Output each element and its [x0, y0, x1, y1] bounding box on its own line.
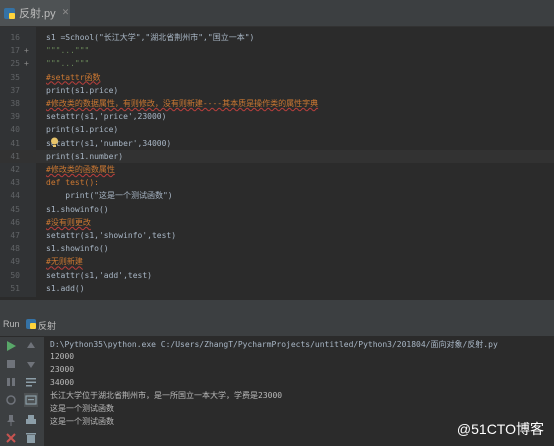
line-number: 25 — [10, 59, 20, 69]
code-line[interactable]: 16 s1 =School("长江大学","湖北省荆州市","国立一本") — [0, 31, 554, 44]
console-line: 这是一个测试函数 — [50, 417, 114, 426]
code-line[interactable]: 45 s1.showinfo() — [0, 203, 554, 216]
code-text: print(s1.price) — [46, 125, 119, 135]
code-line[interactable]: 51 s1.add() — [0, 282, 554, 295]
code-text: """...""" — [46, 46, 90, 56]
console-line: 12000 — [50, 352, 75, 361]
line-number: 45 — [10, 204, 20, 214]
code-text: print(s1.number) — [46, 151, 124, 161]
code-line[interactable]: 40 print(s1.price) — [0, 123, 554, 136]
code-text: s1.add() — [46, 283, 85, 293]
pause-icon[interactable] — [4, 375, 18, 389]
rerun-icon[interactable] — [4, 339, 18, 353]
line-number: 47 — [10, 231, 20, 240]
line-number: 41 — [10, 138, 20, 148]
code-line[interactable]: 25 + """...""" — [0, 57, 554, 70]
console-line: 这是一个测试函数 — [50, 404, 114, 413]
code-text: #修改类的数据属性，有则修改，没有则新建----其本质是操作类的属性字典 — [46, 99, 319, 108]
code-line[interactable]: 44 print("这是一个测试函数") — [0, 189, 554, 202]
code-text: print("这是一个测试函数") — [46, 191, 173, 201]
pin-tab-icon[interactable] — [4, 413, 18, 427]
line-number: 17 — [10, 46, 20, 56]
code-line[interactable]: 47 setattr(s1,'showinfo',test) — [0, 229, 554, 242]
line-number: 51 — [10, 283, 20, 293]
line-number: 38 — [10, 99, 20, 108]
code-line[interactable]: 50 setattr(s1,'add',test) — [0, 269, 554, 282]
stop-icon[interactable] — [4, 357, 18, 371]
intention-bulb-icon[interactable] — [50, 137, 59, 148]
code-line[interactable]: 43 def test(): — [0, 176, 554, 189]
console-line: 34000 — [50, 378, 75, 387]
line-number: 41 — [10, 151, 20, 161]
console-line: 23000 — [50, 365, 75, 374]
code-text: setattr(s1,'add',test) — [46, 270, 152, 280]
line-number: 43 — [10, 178, 20, 188]
code-text: #无则新建 — [46, 257, 83, 267]
code-line[interactable]: 46 #没有则更改 — [0, 216, 554, 229]
scroll-up-icon[interactable] — [24, 339, 38, 353]
tab-reflection-py[interactable]: 反射.py ✕ — [0, 0, 70, 26]
code-line[interactable]: 37 print(s1.price) — [0, 84, 554, 97]
code-text: setattr(s1,'showinfo',test) — [46, 231, 177, 240]
watermark: @51CTO博客 — [456, 421, 544, 437]
soft-wrap-icon[interactable] — [24, 375, 38, 389]
line-number: 50 — [10, 270, 20, 280]
code-text: def test(): — [46, 178, 99, 188]
line-number: 42 — [10, 165, 20, 174]
code-text: """...""" — [46, 59, 90, 69]
line-number: 40 — [10, 125, 20, 135]
editor-tab-bar: 反射.py ✕ — [0, 0, 554, 27]
run-tool-column — [0, 337, 44, 446]
code-text: #setattr函数 — [46, 72, 101, 82]
line-number: 37 — [10, 85, 20, 95]
code-line[interactable]: 39 setattr(s1,'price',23000) — [0, 110, 554, 123]
clear-all-icon[interactable] — [24, 431, 38, 445]
code-line[interactable]: 17 + """...""" — [0, 44, 554, 57]
line-number: 39 — [10, 112, 20, 122]
scroll-down-icon[interactable] — [24, 357, 38, 371]
dump-threads-icon[interactable] — [4, 393, 18, 407]
code-line[interactable]: 38 #修改类的数据属性，有则修改，没有则新建----其本质是操作类的属性字典 — [0, 97, 554, 110]
line-number: 35 — [10, 72, 20, 82]
fold-expand-icon[interactable]: + — [24, 57, 29, 70]
code-line[interactable]: 48 s1.showinfo() — [0, 242, 554, 255]
line-number: 16 — [10, 33, 20, 42]
print-icon[interactable] — [24, 413, 38, 427]
line-number: 49 — [10, 257, 20, 267]
run-config-name[interactable]: 反射 — [38, 319, 56, 332]
close-tab-icon[interactable]: ✕ — [62, 8, 70, 18]
code-text: s1.showinfo() — [46, 204, 109, 214]
code-text: setattr(s1,'price',23000) — [46, 112, 167, 122]
run-tab-label[interactable]: Run — [3, 319, 20, 329]
code-text: setattr(s1,'number',34000) — [46, 138, 172, 148]
line-number: 46 — [10, 217, 20, 227]
code-line[interactable]: 35 #setattr函数 — [0, 71, 554, 84]
line-number: 44 — [10, 191, 20, 201]
code-text: print(s1.price) — [46, 85, 119, 95]
code-line[interactable]: 42 #修改类的函数属性 — [0, 163, 554, 176]
line-number: 48 — [10, 244, 20, 254]
close-run-icon[interactable] — [4, 431, 18, 445]
console-line: D:\Python35\python.exe C:/Users/ZhangT/P… — [50, 340, 498, 349]
fold-expand-icon[interactable]: + — [24, 44, 29, 57]
run-toolbar: Run 反射 — [0, 314, 554, 337]
code-editor[interactable]: 16 s1 =School("长江大学","湖北省荆州市","国立一本") 17 + "… — [0, 27, 554, 297]
code-text: s1.showinfo() — [46, 244, 109, 254]
console-line: 长江大学位于湖北省荆州市，是一所国立一本大学，学费是23000 — [50, 391, 283, 400]
scroll-to-end-icon[interactable] — [24, 393, 38, 407]
code-text: #修改类的函数属性 — [46, 165, 115, 174]
python-run-icon — [26, 319, 36, 329]
code-text: #没有则更改 — [46, 217, 91, 227]
code-line[interactable]: 41 print(s1.number) — [0, 149, 554, 163]
tab-label: 反射.py — [19, 8, 56, 20]
editor-separator — [0, 300, 554, 314]
code-line[interactable]: 41 setattr(s1,'number',34000) — [0, 137, 554, 150]
code-line[interactable]: 49 #无则新建 — [0, 255, 554, 268]
python-file-icon — [4, 7, 15, 19]
code-text: s1 =School("长江大学","湖北省荆州市","国立一本") — [46, 33, 255, 42]
